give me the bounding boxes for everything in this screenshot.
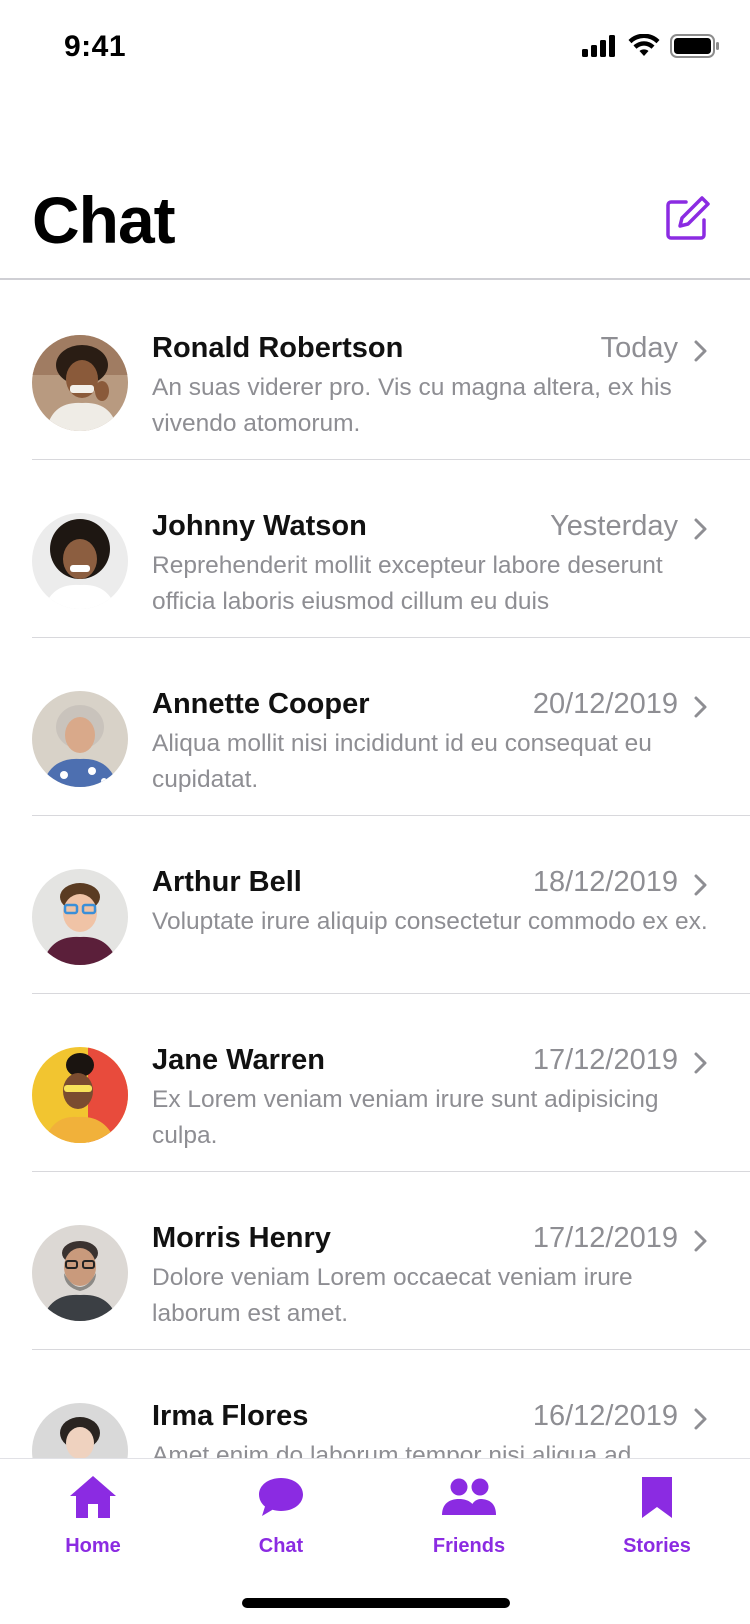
tab-stories[interactable]: Stories [582, 1471, 732, 1571]
chat-item[interactable]: Jane Warren 17/12/2019 Ex Lorem veniam v… [0, 994, 750, 1172]
chevron-right-icon [694, 1230, 707, 1252]
chat-item[interactable]: Morris Henry 17/12/2019 Dolore veniam Lo… [0, 1172, 750, 1350]
chat-preview: Voluptate irure aliquip consectetur comm… [152, 908, 708, 935]
tab-label: Stories [623, 1535, 691, 1557]
chevron-right-icon [694, 340, 707, 362]
chat-date: 18/12/2019 [532, 866, 678, 898]
avatar [32, 335, 128, 431]
avatar [32, 869, 128, 965]
cellular-signal-icon [582, 35, 615, 57]
battery-icon [670, 34, 719, 58]
chat-name: Ronald Robertson [152, 332, 404, 364]
friends-icon [442, 1478, 496, 1515]
chevron-right-icon [694, 696, 707, 718]
chat-preview: Aliqua mollit nisi incididunt id eu cons… [152, 730, 652, 793]
chat-name: Arthur Bell [152, 866, 302, 898]
compose-icon [666, 196, 710, 240]
status-time: 9:41 [64, 30, 127, 63]
status-icons [582, 34, 720, 58]
chat-date: Today [600, 332, 678, 364]
chat-item[interactable]: Arthur Bell 18/12/2019 Voluptate irure a… [0, 816, 750, 994]
tab-label: Friends [432, 1535, 506, 1557]
chevron-right-icon [694, 518, 707, 540]
tab-label: Home [65, 1535, 121, 1557]
page-title: Chat [32, 183, 176, 257]
chat-item[interactable]: Ronald Robertson Today An suas viderer p… [0, 282, 750, 460]
chat-date: 17/12/2019 [532, 1222, 678, 1254]
chat-name: Annette Cooper [152, 688, 370, 720]
home-icon [70, 1476, 116, 1518]
chat-item[interactable]: Annette Cooper 20/12/2019 Aliqua mollit … [0, 638, 750, 816]
chat-preview: Reprehenderit mollit excepteur labore de… [152, 552, 663, 615]
compose-button[interactable] [664, 194, 712, 242]
chat-date: 16/12/2019 [532, 1400, 678, 1432]
chat-preview: Amet enim do laborum tempor nisi aliqua … [152, 1442, 632, 1458]
chat-name: Jane Warren [152, 1044, 325, 1076]
tab-home[interactable]: Home [18, 1471, 168, 1571]
avatar [32, 1047, 128, 1143]
header: Chat [0, 160, 750, 280]
home-indicator [242, 1598, 510, 1608]
chat-item[interactable]: Johnny Watson Yesterday Reprehenderit mo… [0, 460, 750, 638]
avatar [32, 691, 128, 787]
chevron-right-icon [694, 1408, 707, 1430]
avatar [32, 1225, 128, 1321]
wifi-icon [628, 34, 660, 56]
chat-preview: Dolore veniam Lorem occaecat veniam irur… [152, 1264, 633, 1327]
tab-label: Chat [258, 1535, 304, 1557]
avatar [32, 513, 128, 609]
chat-date: Yesterday [550, 510, 678, 542]
chat-date: 17/12/2019 [532, 1044, 678, 1076]
status-bar: 9:41 [0, 0, 750, 96]
avatar [32, 1403, 128, 1458]
chat-name: Irma Flores [152, 1400, 309, 1432]
chat-name: Morris Henry [152, 1222, 331, 1254]
chat-list: Ronald Robertson Today An suas viderer p… [0, 282, 750, 1458]
chat-bubble-icon [259, 1478, 303, 1516]
chat-name: Johnny Watson [152, 510, 367, 542]
chat-preview: Ex Lorem veniam veniam irure sunt adipis… [152, 1086, 659, 1149]
bookmark-icon [642, 1477, 672, 1518]
chevron-right-icon [694, 1052, 707, 1074]
chat-item[interactable]: Irma Flores 16/12/2019 Amet enim do labo… [0, 1350, 750, 1458]
chat-preview: An suas viderer pro. Vis cu magna altera… [152, 374, 672, 437]
tab-chat[interactable]: Chat [206, 1471, 356, 1571]
chat-date: 20/12/2019 [532, 688, 678, 720]
tab-friends[interactable]: Friends [394, 1471, 544, 1571]
chevron-right-icon [694, 874, 707, 896]
